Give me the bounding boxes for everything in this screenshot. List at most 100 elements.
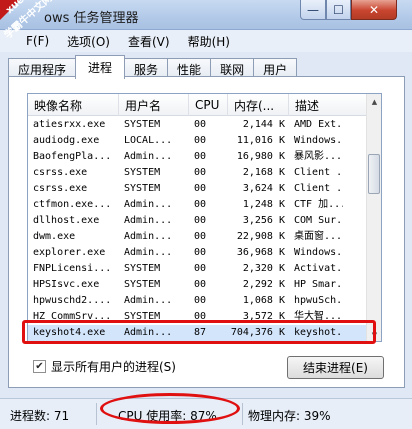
column-memory[interactable]: 内存(...	[228, 94, 289, 116]
process-description: CTF 加...	[294, 199, 343, 210]
process-user-name: Admin...	[124, 215, 173, 226]
process-cpu: 00	[194, 215, 207, 226]
process-description: Activat...	[294, 263, 343, 274]
process-user-name: SYSTEM	[124, 183, 161, 194]
process-user-name: SYSTEM	[124, 119, 161, 130]
status-separator	[96, 403, 97, 425]
process-description: COM Sur...	[294, 215, 343, 226]
close-button[interactable]: ✕	[351, 0, 397, 20]
list-header: 映像名称 用户名 CPU 内存(... 描述	[28, 94, 368, 116]
process-cpu: 00	[194, 279, 207, 290]
process-row[interactable]: atiesrxx.exe SYSTEM 00 2,144 K AMD Ext...	[28, 117, 368, 133]
process-image-name: BaofengPla...	[33, 151, 112, 162]
process-user-name: SYSTEM	[124, 263, 161, 274]
checkbox-check-icon[interactable]: ✔	[33, 360, 46, 373]
menu-help[interactable]: 帮助(H)	[179, 33, 239, 50]
process-memory: 2,144 K	[242, 119, 285, 130]
process-memory: 2,320 K	[242, 263, 285, 274]
process-cpu: 00	[194, 151, 207, 162]
process-memory: 16,980 K	[236, 151, 285, 162]
process-image-name: dllhost.exe	[33, 215, 100, 226]
process-description: Client ...	[294, 167, 343, 178]
process-memory: 3,624 K	[242, 183, 285, 194]
process-description: hpwuSch...	[294, 295, 343, 306]
process-image-name: csrss.exe	[33, 183, 88, 194]
show-all-users-checkbox[interactable]: ✔ 显示所有用户的进程(S)	[33, 358, 176, 375]
process-image-name: atiesrxx.exe	[33, 119, 106, 130]
process-memory: 1,068 K	[242, 295, 285, 306]
status-separator	[242, 403, 243, 425]
highlight-box-keyshot-row	[22, 320, 376, 344]
scrollbar-thumb[interactable]	[368, 154, 380, 194]
process-description: Windows...	[294, 135, 343, 146]
column-user-name[interactable]: 用户名	[119, 94, 189, 116]
highlight-ellipse-cpu-usage	[100, 393, 240, 424]
process-cpu: 00	[194, 167, 207, 178]
process-memory: 36,968 K	[236, 247, 285, 258]
process-user-name: Admin...	[124, 247, 173, 258]
column-cpu[interactable]: CPU	[189, 94, 228, 116]
process-description: AMD Ext...	[294, 119, 343, 130]
process-cpu: 00	[194, 247, 207, 258]
process-cpu: 00	[194, 183, 207, 194]
process-image-name: HPSIsvc.exe	[33, 279, 100, 290]
process-row[interactable]: explorer.exe Admin... 00 36,968 K Windows...	[28, 245, 368, 261]
status-process-count: 进程数: 71	[10, 409, 70, 423]
minimize-button[interactable]: —	[300, 0, 326, 20]
process-row[interactable]: dllhost.exe Admin... 00 3,256 K COM Sur...	[28, 213, 368, 229]
process-cpu: 00	[194, 231, 207, 242]
maximize-button[interactable]: ☐	[326, 0, 351, 20]
process-user-name: SYSTEM	[124, 167, 161, 178]
process-row[interactable]: ctfmon.exe... Admin... 00 1,248 K CTF 加...	[28, 197, 368, 213]
process-row[interactable]: BaofengPla... Admin... 00 16,980 K 暴风影...	[28, 149, 368, 165]
process-memory: 1,248 K	[242, 199, 285, 210]
tab-processes[interactable]: 进程	[75, 55, 126, 79]
process-cpu: 00	[194, 199, 207, 210]
process-image-name: audiodg.exe	[33, 135, 100, 146]
process-image-name: explorer.exe	[33, 247, 106, 258]
process-row[interactable]: audiodg.exe LOCAL... 00 11,016 K Windows...	[28, 133, 368, 149]
status-physical-memory: 物理内存: 39%	[248, 409, 331, 423]
process-user-name: LOCAL...	[124, 135, 173, 146]
process-image-name: ctfmon.exe...	[33, 199, 112, 210]
process-memory: 2,168 K	[242, 167, 285, 178]
process-cpu: 00	[194, 119, 207, 130]
process-image-name: dwm.exe	[33, 231, 76, 242]
process-rows: atiesrxx.exe SYSTEM 00 2,144 K AMD Ext... aud…	[28, 117, 368, 341]
column-description[interactable]: 描述	[289, 94, 368, 116]
process-image-name: hpwuschd2....	[33, 295, 112, 306]
process-row[interactable]: HPSIsvc.exe SYSTEM 00 2,292 K HP Smar...	[28, 277, 368, 293]
process-list[interactable]: 映像名称 用户名 CPU 内存(... 描述 atiesrxx.exe SYSTE…	[27, 93, 382, 342]
show-all-users-label: 显示所有用户的进程(S)	[51, 360, 176, 374]
process-row[interactable]: csrss.exe SYSTEM 00 3,624 K Client ...	[28, 181, 368, 197]
scroll-up-arrow-icon[interactable]: ▲	[367, 94, 381, 110]
vertical-scrollbar[interactable]: ▲ ▼	[366, 94, 381, 341]
process-row[interactable]: hpwuschd2.... Admin... 00 1,068 K hpwuSch...	[28, 293, 368, 309]
process-row[interactable]: FNPLicensi... SYSTEM 00 2,320 K Activat...	[28, 261, 368, 277]
process-description: Client ...	[294, 183, 343, 194]
process-user-name: Admin...	[124, 199, 173, 210]
process-row[interactable]: dwm.exe Admin... 00 22,908 K 桌面窗...	[28, 229, 368, 245]
tab-strip: 应用程序 进程 服务 性能 联网 用户	[8, 55, 298, 79]
process-user-name: SYSTEM	[124, 279, 161, 290]
process-memory: 3,256 K	[242, 215, 285, 226]
process-description: HP Smar...	[294, 279, 343, 290]
process-memory: 2,292 K	[242, 279, 285, 290]
process-user-name: Admin...	[124, 231, 173, 242]
process-user-name: Admin...	[124, 151, 173, 162]
process-description: 暴风影...	[294, 151, 343, 162]
process-cpu: 00	[194, 295, 207, 306]
column-image-name[interactable]: 映像名称	[28, 94, 119, 116]
end-process-button[interactable]: 结束进程(E)	[287, 356, 384, 379]
process-description: 桌面窗...	[294, 231, 343, 242]
process-memory: 11,016 K	[236, 135, 285, 146]
process-cpu: 00	[194, 135, 207, 146]
process-user-name: Admin...	[124, 295, 173, 306]
process-image-name: csrss.exe	[33, 167, 88, 178]
watermark-logo: xuexiniu 学霸牛中文网	[0, 0, 82, 60]
process-row[interactable]: csrss.exe SYSTEM 00 2,168 K Client ...	[28, 165, 368, 181]
process-description: Windows...	[294, 247, 343, 258]
process-memory: 22,908 K	[236, 231, 285, 242]
menu-view[interactable]: 查看(V)	[119, 33, 179, 50]
process-image-name: FNPLicensi...	[33, 263, 112, 274]
